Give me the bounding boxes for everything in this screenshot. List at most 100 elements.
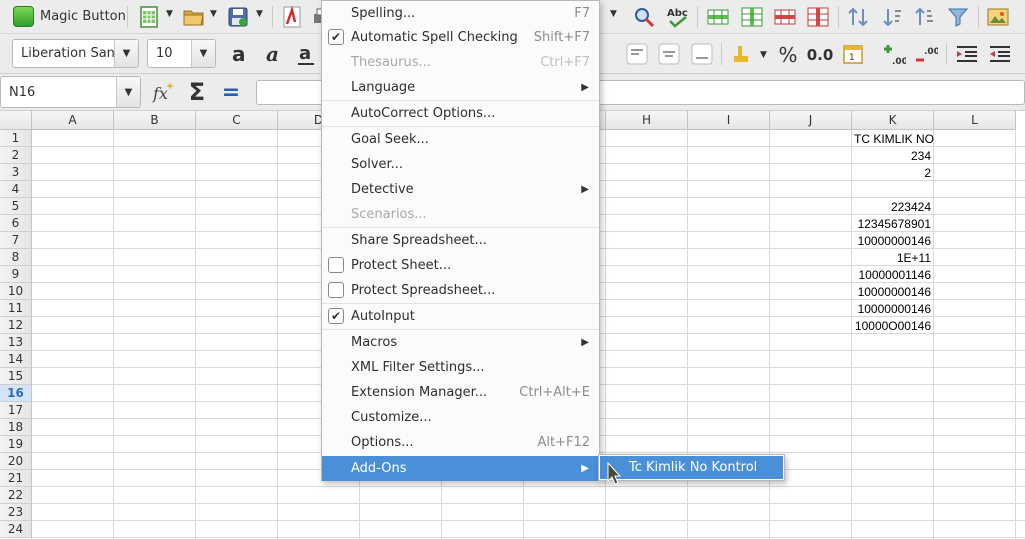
row-header[interactable]: 1 bbox=[0, 130, 32, 147]
currency-format-icon[interactable] bbox=[730, 42, 754, 66]
number-format-icon[interactable]: 0.0 bbox=[806, 43, 834, 67]
autofilter-icon[interactable] bbox=[946, 5, 970, 29]
column-header[interactable]: L bbox=[934, 111, 1016, 130]
row-header[interactable]: 9 bbox=[0, 266, 32, 283]
row-header[interactable]: 18 bbox=[0, 419, 32, 436]
name-box-value[interactable]: N16 bbox=[1, 85, 116, 100]
italic-icon[interactable]: a bbox=[262, 42, 286, 66]
name-box[interactable]: N16 ▼ bbox=[0, 76, 141, 108]
sort-icon[interactable] bbox=[846, 5, 870, 29]
menu-item-extension-manager[interactable]: Extension Manager... Ctrl+Alt+E bbox=[322, 380, 599, 405]
column-header[interactable]: B bbox=[114, 111, 196, 130]
font-name-dropdown-icon[interactable]: ▼ bbox=[114, 40, 138, 67]
delete-column-icon[interactable] bbox=[806, 5, 830, 29]
row-header[interactable]: 19 bbox=[0, 436, 32, 453]
row-header[interactable]: 23 bbox=[0, 504, 32, 521]
column-header[interactable]: K bbox=[852, 111, 934, 130]
row-header[interactable]: 21 bbox=[0, 470, 32, 487]
menu-item-language[interactable]: Language ▶ bbox=[322, 75, 599, 100]
font-name-combo[interactable]: Liberation San ▼ bbox=[12, 39, 139, 68]
menu-item-detective[interactable]: Detective ▶ bbox=[322, 177, 599, 202]
menu-item-protect-spreadsheet[interactable]: Protect Spreadsheet... bbox=[322, 278, 599, 303]
cell-k3[interactable]: 2 bbox=[852, 164, 933, 181]
menu-item-automatic-spell-checking[interactable]: ✔ Automatic Spell Checking Shift+F7 bbox=[322, 25, 599, 50]
menu-item-customize[interactable]: Customize... bbox=[322, 405, 599, 430]
new-spreadsheet-icon[interactable] bbox=[138, 5, 162, 29]
row-header[interactable]: 12 bbox=[0, 317, 32, 334]
row-header[interactable]: 11 bbox=[0, 300, 32, 317]
row-header[interactable]: 20 bbox=[0, 453, 32, 470]
font-size-dropdown-icon[interactable]: ▼ bbox=[191, 40, 215, 67]
delete-decimal-icon[interactable]: .00 bbox=[914, 42, 938, 66]
align-center-icon[interactable] bbox=[657, 42, 681, 66]
align-bottom-icon[interactable] bbox=[690, 42, 714, 66]
row-header[interactable]: 3 bbox=[0, 164, 32, 181]
row-header[interactable]: 4 bbox=[0, 181, 32, 198]
row-header[interactable]: 15 bbox=[0, 368, 32, 385]
column-header[interactable]: H bbox=[606, 111, 688, 130]
row-header[interactable]: 13 bbox=[0, 334, 32, 351]
undo-dropdown-arrow[interactable]: ▼ bbox=[610, 9, 617, 19]
menu-item-protect-sheet[interactable]: Protect Sheet... bbox=[322, 253, 599, 278]
row-header[interactable]: 7 bbox=[0, 232, 32, 249]
save-icon[interactable] bbox=[226, 5, 250, 29]
cell-k11[interactable]: 10000000146 bbox=[852, 300, 933, 317]
column-header[interactable]: C bbox=[196, 111, 278, 130]
sort-descending-icon[interactable] bbox=[912, 5, 936, 29]
row-header[interactable]: 6 bbox=[0, 215, 32, 232]
cell-k9[interactable]: 10000001146 bbox=[852, 266, 933, 283]
row-header[interactable]: 10 bbox=[0, 283, 32, 300]
row-header[interactable]: 8 bbox=[0, 249, 32, 266]
insert-row-icon[interactable] bbox=[706, 5, 730, 29]
magic-button[interactable]: Magic Button bbox=[9, 4, 132, 29]
insert-image-icon[interactable] bbox=[986, 5, 1010, 29]
cell-k8[interactable]: 1E+11 bbox=[852, 249, 933, 266]
add-decimal-icon[interactable]: .00 bbox=[882, 42, 906, 66]
menu-item-solver[interactable]: Solver... bbox=[322, 152, 599, 177]
insert-column-icon[interactable] bbox=[740, 5, 764, 29]
menu-item-macros[interactable]: Macros ▶ bbox=[322, 330, 599, 355]
bold-icon[interactable]: a bbox=[228, 42, 252, 66]
menu-item-goal-seek[interactable]: Goal Seek... bbox=[322, 127, 599, 152]
submenu-item-tc-kimlik-no-kontrol[interactable]: Tc Kimlik No Kontrol bbox=[600, 456, 783, 479]
decrease-indent-icon[interactable] bbox=[988, 42, 1012, 66]
cell-k5[interactable]: 223424 bbox=[852, 198, 933, 215]
row-header[interactable]: 16 bbox=[0, 385, 32, 402]
open-dropdown-arrow[interactable]: ▼ bbox=[210, 9, 217, 19]
cell-k12[interactable]: 10000O00146 bbox=[852, 317, 933, 334]
name-box-dropdown-icon[interactable]: ▼ bbox=[116, 77, 140, 107]
cell-k1[interactable]: TC KIMLIK NO bbox=[852, 130, 972, 147]
cell-k7[interactable]: 10000000146 bbox=[852, 232, 933, 249]
menu-item-share-spreadsheet[interactable]: Share Spreadsheet... bbox=[322, 228, 599, 253]
delete-row-icon[interactable] bbox=[773, 5, 797, 29]
new-dropdown-arrow[interactable]: ▼ bbox=[166, 9, 173, 19]
menu-item-options[interactable]: Options... Alt+F12 bbox=[322, 430, 599, 455]
row-header[interactable]: 5 bbox=[0, 198, 32, 215]
row-header[interactable]: 17 bbox=[0, 402, 32, 419]
sum-icon[interactable]: Σ bbox=[185, 78, 209, 106]
export-pdf-icon[interactable] bbox=[280, 5, 304, 29]
menu-item-add-ons[interactable]: Add-Ons ▶ bbox=[322, 456, 599, 481]
align-left-icon[interactable] bbox=[625, 42, 649, 66]
cell-k2[interactable]: 234 bbox=[852, 147, 933, 164]
increase-indent-icon[interactable] bbox=[955, 42, 979, 66]
cell-k6[interactable]: 12345678901 bbox=[852, 215, 933, 232]
column-header[interactable]: I bbox=[688, 111, 770, 130]
underline-icon[interactable]: a bbox=[294, 42, 318, 66]
row-header[interactable]: 14 bbox=[0, 351, 32, 368]
row-header[interactable]: 24 bbox=[0, 521, 32, 538]
function-wizard-icon[interactable]: fx bbox=[152, 80, 176, 104]
cell-k10[interactable]: 10000000146 bbox=[852, 283, 933, 300]
font-size-value[interactable]: 10 bbox=[148, 46, 191, 61]
row-header[interactable]: 22 bbox=[0, 487, 32, 504]
column-header[interactable]: J bbox=[770, 111, 852, 130]
menu-item-spelling[interactable]: Spelling... F7 bbox=[322, 1, 599, 26]
menu-item-autocorrect-options[interactable]: AutoCorrect Options... bbox=[322, 101, 599, 126]
open-folder-icon[interactable] bbox=[182, 5, 206, 29]
currency-dropdown-arrow[interactable]: ▼ bbox=[760, 50, 767, 60]
menu-item-autoinput[interactable]: ✔ AutoInput bbox=[322, 304, 599, 329]
find-replace-icon[interactable] bbox=[632, 5, 656, 29]
row-header[interactable]: 2 bbox=[0, 147, 32, 164]
font-name-value[interactable]: Liberation San bbox=[13, 46, 114, 61]
sort-ascending-icon[interactable] bbox=[880, 5, 904, 29]
